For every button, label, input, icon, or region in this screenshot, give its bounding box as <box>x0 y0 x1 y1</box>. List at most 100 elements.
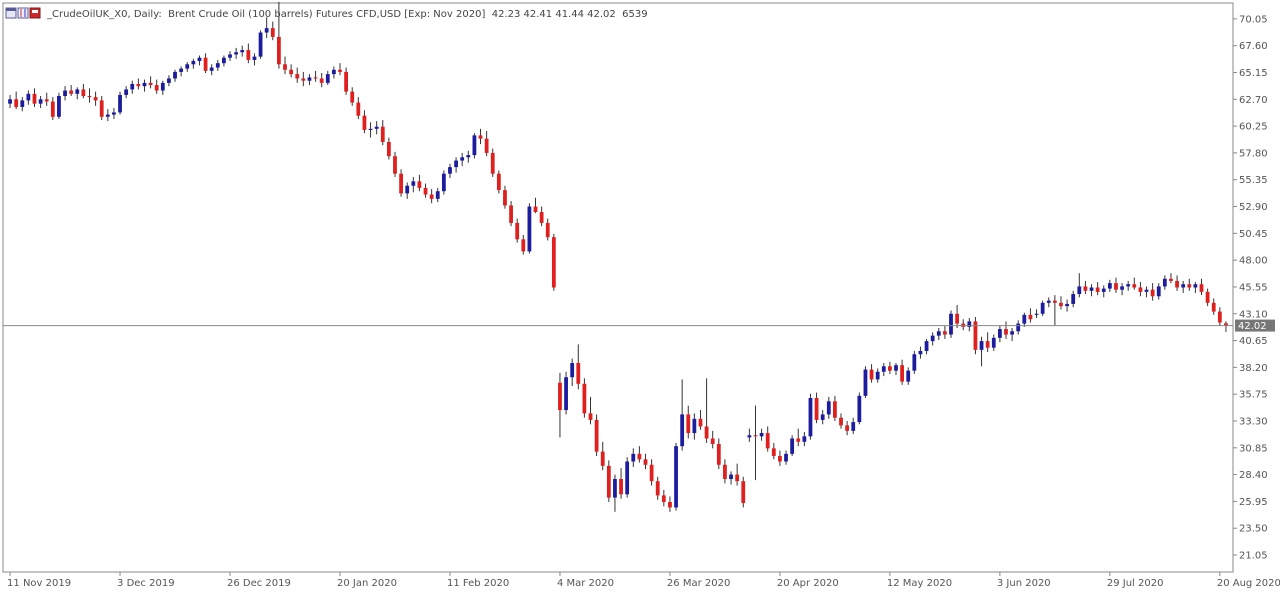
candle-body <box>1169 278 1173 281</box>
candle-body <box>325 74 330 83</box>
x-tick-label: 3 Jun 2020 <box>997 578 1051 589</box>
candle-body <box>148 82 153 86</box>
y-tick-label: 50.45 <box>1239 229 1268 240</box>
candle-body <box>545 222 550 238</box>
toolbar-icons <box>5 7 41 19</box>
candle-body <box>710 438 715 444</box>
candle-body <box>704 426 709 439</box>
candle-body <box>509 205 513 223</box>
candle-body <box>692 418 697 434</box>
candle-body <box>307 77 312 81</box>
chart-flag-icon[interactable] <box>29 7 41 19</box>
candle-body <box>515 222 520 240</box>
y-tick-label: 45.55 <box>1239 282 1268 293</box>
candle-body <box>942 331 947 335</box>
candle-body <box>1095 287 1100 292</box>
candle-body <box>631 453 636 462</box>
candle-body <box>1004 329 1008 335</box>
x-tick-label: 29 Jul 2020 <box>1107 578 1164 589</box>
candle-body <box>264 28 269 33</box>
x-tick-label: 12 May 2020 <box>887 578 952 589</box>
candle-body <box>1022 314 1027 324</box>
candle-body <box>1034 313 1039 315</box>
candle-body <box>649 464 654 482</box>
y-tick-label: 33.30 <box>1239 416 1268 427</box>
candle-body <box>613 478 617 498</box>
candle-body <box>857 395 862 423</box>
candle-body <box>441 173 446 192</box>
candle-body <box>124 89 129 95</box>
candle-body <box>741 481 746 504</box>
candle-body <box>686 414 691 434</box>
candlestick-chart[interactable]: 42.02 70.05 67.60 65.15 62.70 60.25 57.80 55.3… <box>0 0 1280 593</box>
candle <box>527 203 532 254</box>
candle-body <box>26 93 31 101</box>
candle-body <box>368 128 373 130</box>
y-tick-label: 21.05 <box>1239 551 1268 562</box>
candle <box>1040 300 1045 316</box>
candle-body <box>386 141 391 157</box>
candle-body <box>423 187 428 195</box>
candle-body <box>405 185 410 194</box>
candle-body <box>790 438 795 454</box>
y-tick-label: 65.15 <box>1239 68 1268 79</box>
candle-body <box>270 28 275 37</box>
header-timeframe: Daily: <box>134 9 162 20</box>
chart-grid-icon[interactable] <box>17 7 29 19</box>
candle <box>441 170 446 195</box>
candle-body <box>1199 284 1204 292</box>
candle-body <box>283 64 287 70</box>
x-tick-label: 20 Aug 2020 <box>1217 578 1280 589</box>
x-tick-label: 11 Nov 2019 <box>7 578 71 589</box>
header-volume: 6539 <box>622 9 647 20</box>
candle-body <box>527 206 532 252</box>
candle-body <box>1132 284 1137 288</box>
candle-body <box>936 331 941 336</box>
candle-body <box>130 83 135 90</box>
candle-body <box>1052 300 1057 303</box>
price-axis: 70.05 67.60 65.15 62.70 60.25 57.80 55.35 52.90… <box>1233 14 1268 562</box>
chart-window-icon[interactable] <box>5 7 17 19</box>
current-price-label: 42.02 <box>1238 321 1267 332</box>
candle-body <box>313 77 318 79</box>
candle-body <box>655 481 660 496</box>
candle-body <box>661 495 666 502</box>
candle-body <box>888 366 892 371</box>
candle-body <box>1028 314 1033 320</box>
candle <box>949 310 953 338</box>
candle-body <box>1077 286 1082 295</box>
candle-body <box>14 99 19 107</box>
candle-body <box>551 237 556 288</box>
y-tick-label: 28.40 <box>1239 470 1268 481</box>
candle-body <box>344 71 348 92</box>
candle-body <box>160 82 165 91</box>
y-tick-label: 38.20 <box>1239 363 1268 374</box>
candle-body <box>1138 287 1143 292</box>
y-tick-label: 52.90 <box>1239 202 1268 213</box>
y-tick-label: 30.85 <box>1239 443 1268 454</box>
candle-body <box>723 464 727 479</box>
candle-body <box>802 436 807 442</box>
candle-body <box>680 414 685 447</box>
candle <box>57 92 61 119</box>
candle-body <box>374 126 379 129</box>
candle-body <box>1187 284 1192 288</box>
candle-body <box>38 99 43 104</box>
candle-body <box>393 156 397 174</box>
candle-body <box>924 341 929 351</box>
candle-body <box>1010 331 1014 335</box>
candle-body <box>142 82 147 87</box>
candle-body <box>698 418 703 427</box>
candle-body <box>1217 311 1222 323</box>
chart-background <box>0 0 1280 593</box>
candle <box>582 378 587 418</box>
candle-body <box>338 69 342 72</box>
candle-body <box>570 363 575 378</box>
candle-body <box>258 32 263 57</box>
candle-body <box>1150 289 1155 297</box>
candle <box>258 30 263 59</box>
candle-body <box>484 138 489 153</box>
y-tick-label: 62.70 <box>1239 95 1268 106</box>
candle-body <box>32 93 37 104</box>
header-ohlc: 42.23 42.41 41.44 42.02 <box>492 9 616 20</box>
